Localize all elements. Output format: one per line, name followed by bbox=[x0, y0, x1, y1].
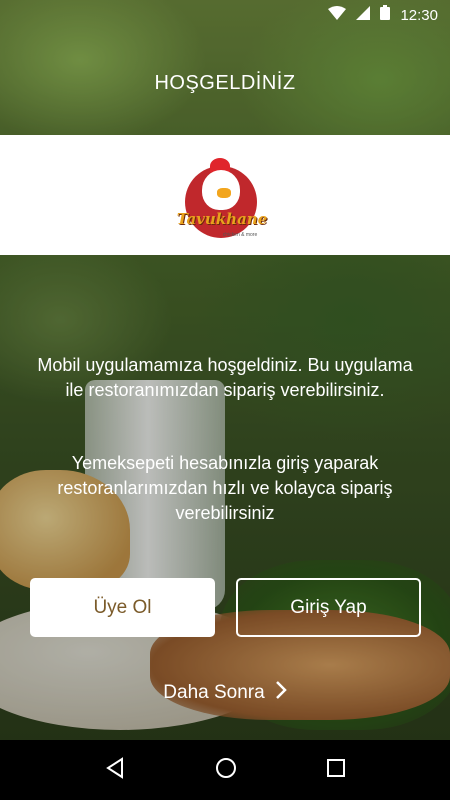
brand-logo: Tavukhane chicken & more bbox=[177, 148, 270, 243]
recents-icon[interactable] bbox=[326, 758, 346, 783]
later-button[interactable]: Daha Sonra bbox=[0, 680, 450, 706]
status-bar: 12:30 bbox=[0, 0, 450, 30]
wifi-icon bbox=[328, 5, 347, 25]
logo-tagline: chicken & more bbox=[222, 231, 258, 238]
later-label: Daha Sonra bbox=[163, 682, 265, 703]
welcome-message: Mobil uygulamamıza hoşgeldiniz. Bu uygul… bbox=[37, 355, 413, 400]
login-button[interactable]: Giriş Yap bbox=[236, 578, 421, 637]
back-icon[interactable] bbox=[104, 756, 126, 784]
logo-wordmark: Tavukhane bbox=[176, 209, 268, 228]
navigation-bar bbox=[0, 740, 450, 800]
signal-icon bbox=[356, 5, 371, 25]
login-info-message: Yemeksepeti hesabınızla giriş yaparak re… bbox=[57, 453, 393, 523]
logo-beak bbox=[217, 187, 231, 198]
page-title: HOŞGELDİNİZ bbox=[154, 72, 296, 94]
chevron-right-icon bbox=[275, 680, 287, 706]
battery-icon bbox=[380, 5, 391, 25]
home-icon[interactable] bbox=[214, 756, 238, 785]
register-button[interactable]: Üye Ol bbox=[30, 578, 215, 637]
status-time: 12:30 bbox=[400, 6, 438, 24]
logo-banner: Tavukhane chicken & more bbox=[0, 135, 450, 255]
